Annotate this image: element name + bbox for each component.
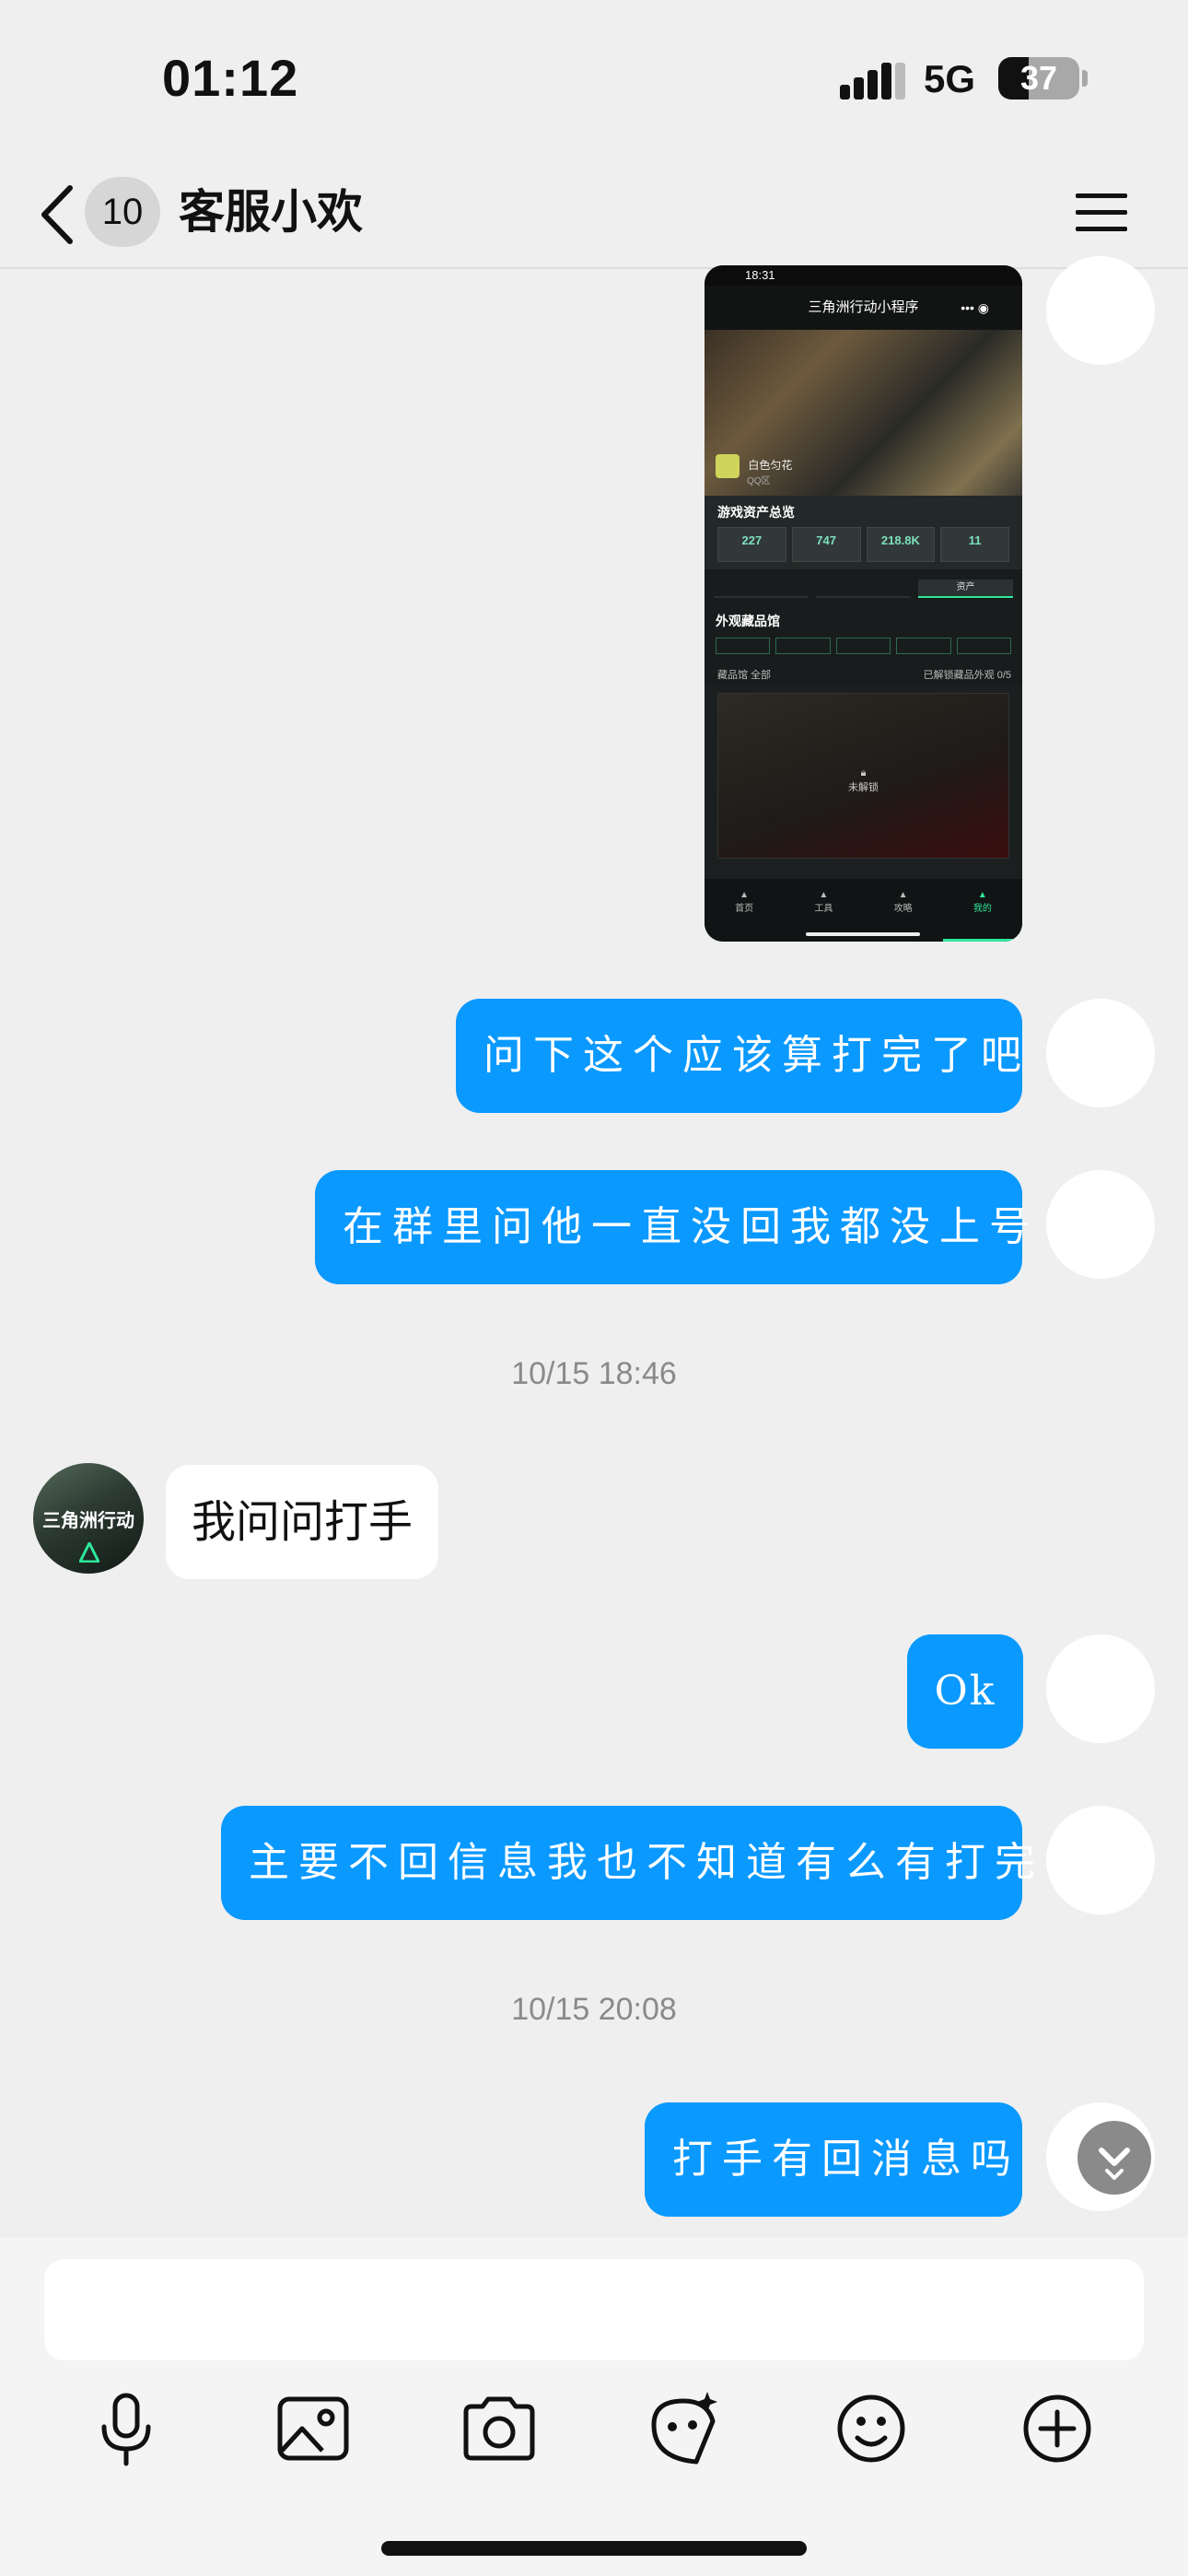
shot-tab-label: 我的: [973, 904, 992, 914]
shot-tab-label: 攻略: [893, 904, 913, 914]
agent-avatar-text: 三角洲行动: [42, 1511, 134, 1531]
menu-icon[interactable]: [1076, 190, 1127, 234]
shot-locked-label: 🔒︎ 未解锁: [718, 767, 1008, 794]
message-timestamp: 10/15 20:08: [511, 1992, 677, 2027]
shot-chip: [956, 638, 1012, 654]
shot-chip: [835, 638, 891, 654]
shot-user-avatar: [716, 454, 740, 478]
shot-sub-right: 已解锁藏品外观 0/5: [923, 670, 1011, 681]
shot-chip: [716, 638, 771, 654]
shot-chip: [896, 638, 951, 654]
shot-status-time: 18:31: [705, 265, 1022, 286]
battery-cap: [1082, 70, 1088, 87]
shot-collection-card: 🔒︎ 未解锁: [717, 693, 1009, 859]
shot-stat: 11: [940, 527, 1009, 562]
shot-user-name: 白色匀花: [748, 459, 793, 473]
shot-collection-section: 外观藏品馆: [705, 608, 1022, 665]
shot-more-icon: ••• ◉: [961, 300, 989, 315]
shot-home-indicator: [806, 932, 920, 936]
shot-tab-icon: ▲: [977, 890, 987, 900]
shot-assets: 游戏资产总览 227 747 218.8K 11: [705, 496, 1022, 569]
outgoing-message[interactable]: 打手有回消息吗: [645, 2102, 1022, 2217]
my-avatar[interactable]: [1046, 256, 1155, 365]
shot-tab-icon: ▲: [740, 890, 750, 900]
shot-tab: [714, 580, 809, 598]
scroll-to-bottom-button[interactable]: [1077, 2121, 1151, 2195]
network-type: 5G: [924, 57, 976, 100]
plus-icon[interactable]: [1013, 2384, 1101, 2473]
chevron-left-icon[interactable]: [37, 182, 81, 247]
shot-tab-label: 工具: [814, 904, 833, 914]
incoming-message[interactable]: 我问问打手: [166, 1465, 439, 1579]
shot-banner-image: 白色匀花 QQ区: [705, 330, 1022, 496]
shot-tabs: 资产: [705, 569, 1022, 608]
shot-assets-title: 游戏资产总览: [717, 505, 795, 520]
my-avatar[interactable]: [1046, 999, 1155, 1107]
shot-tab-icon: ▲: [898, 890, 908, 900]
message-timestamp: 10/15 18:46: [511, 1356, 677, 1391]
game-logo-icon: [79, 1542, 99, 1563]
image-icon[interactable]: [269, 2384, 357, 2473]
shot-stat: 227: [717, 527, 786, 562]
agent-avatar[interactable]: 三角洲行动: [33, 1463, 144, 1574]
my-avatar[interactable]: [1046, 1806, 1155, 1914]
home-indicator: [381, 2541, 807, 2556]
shot-user: 白色匀花 QQ区: [716, 454, 792, 486]
battery-icon: 37: [998, 57, 1079, 100]
outgoing-message[interactable]: 主要不回信息我也不知道有么有打完: [221, 1806, 1035, 1920]
outgoing-message[interactable]: Ok: [907, 1634, 1023, 1749]
shot-section-title: 外观藏品馆: [716, 614, 780, 628]
chat-header: 10 客服小欢: [0, 157, 1188, 269]
battery-level: 37: [1019, 59, 1058, 97]
shot-stat: 747: [791, 527, 861, 562]
sticker-icon[interactable]: [641, 2384, 729, 2473]
shot-tabbar-item-active: ▲ 我的: [942, 879, 1022, 942]
microphone-icon[interactable]: [82, 2384, 170, 2473]
signal-icon: [840, 63, 905, 100]
chevron-down-icon: [1099, 2148, 1130, 2180]
lock-icon: 🔒︎: [860, 767, 867, 779]
shot-app-title: 三角洲行动小程序 ••• ◉: [705, 286, 1022, 330]
status-bar: 01:12 5G 37: [0, 0, 1188, 157]
outgoing-message[interactable]: 问下这个应该算打完了吧: [456, 999, 1022, 1113]
emoji-icon[interactable]: [827, 2384, 915, 2473]
shot-tab-active: 资产: [918, 580, 1013, 598]
shot-tabbar-item: ▲ 首页: [705, 879, 784, 942]
shot-chip: [775, 638, 831, 654]
shot-subrow: 藏品馆 全部 已解锁藏品外观 0/5: [705, 665, 1022, 685]
shot-locked-text: 未解锁: [848, 782, 879, 793]
screenshot-image-message[interactable]: 18:31 三角洲行动小程序 ••• ◉ 白色匀花 QQ区 游戏资产总览 227…: [705, 265, 1022, 942]
camera-icon[interactable]: [455, 2384, 543, 2473]
shot-sub-left: 藏品馆 全部: [717, 670, 772, 681]
shot-tab: [816, 580, 911, 598]
my-avatar[interactable]: [1046, 1170, 1155, 1279]
message-input[interactable]: [44, 2259, 1144, 2360]
shot-tab-label: 首页: [735, 904, 754, 914]
unread-count-badge[interactable]: 10: [85, 177, 160, 247]
shot-tab-icon: ▲: [819, 890, 829, 900]
chat-title: 客服小欢: [179, 185, 363, 239]
shot-app-title-text: 三角洲行动小程序: [808, 299, 919, 315]
my-avatar[interactable]: [1046, 1634, 1155, 1743]
outgoing-message[interactable]: 在群里问他一直没回我都没上号: [315, 1170, 1030, 1284]
composer: [0, 2237, 1188, 2576]
status-time: 01:12: [162, 49, 299, 107]
shot-stat: 218.8K: [866, 527, 936, 562]
